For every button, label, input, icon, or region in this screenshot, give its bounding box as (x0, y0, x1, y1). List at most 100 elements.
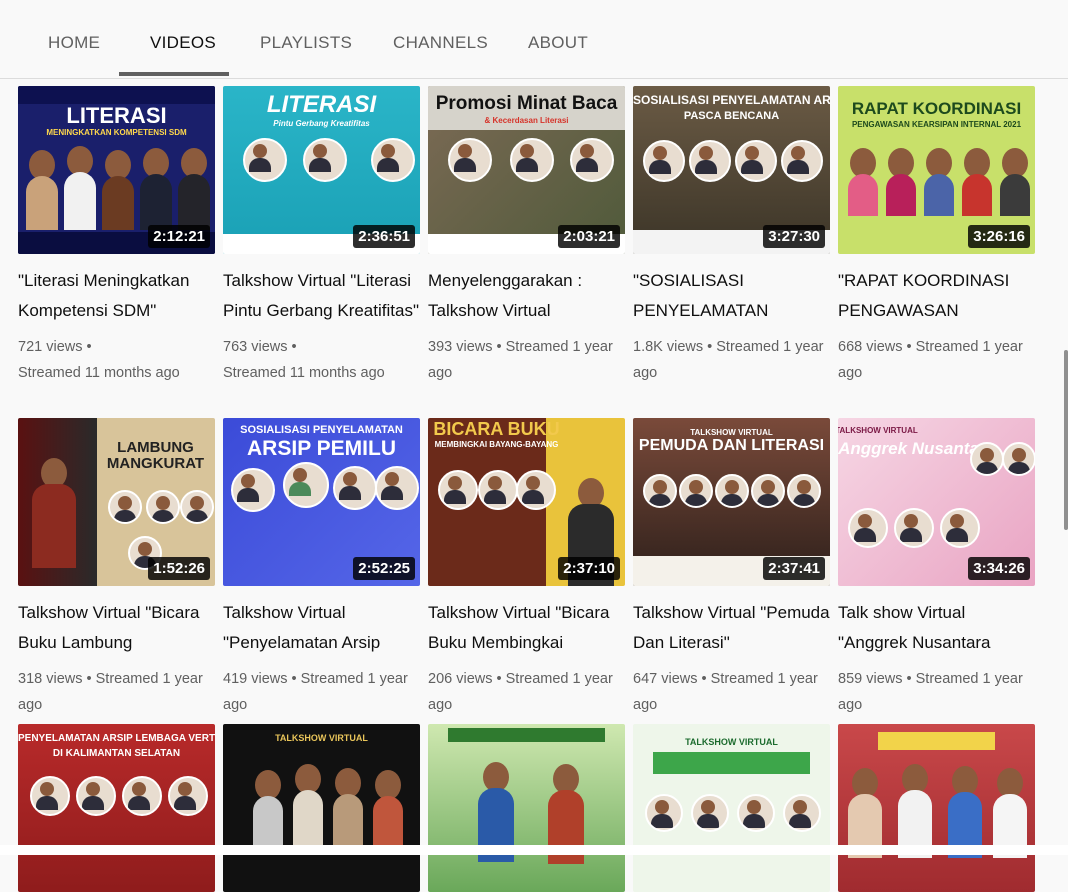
thumbnail-subtitle: Pintu Gerbang Kreatifitas (273, 119, 370, 128)
video-title[interactable]: Talkshow Virtual "Pemuda Dan Literasi" (633, 598, 830, 658)
video-card[interactable]: TALKSHOW VIRTUAL (223, 724, 420, 892)
thumbnail-title: RAPAT KOORDINASI (851, 100, 1022, 118)
video-meta: 721 views • Streamed 11 months ago (18, 339, 180, 381)
thumbnail-title: PENYELAMATAN ARSIP LEMBAGA VERTIKAL (18, 734, 215, 744)
view-count: 647 views (633, 671, 698, 687)
video-duration: 3:26:16 (968, 225, 1030, 248)
video-meta: 393 views • Streamed 1 year ago (428, 339, 613, 381)
video-card[interactable]: LITERASI Pintu Gerbang Kreatifitas 2:36:… (223, 86, 420, 386)
video-card[interactable]: SOSIALISASI PENYELAMATAN ARSIP PEMILU 2:… (223, 418, 420, 718)
view-count: 318 views (18, 671, 83, 687)
video-meta: 859 views • Streamed 1 year ago (838, 671, 1023, 713)
video-card[interactable]: Promosi Minat Baca & Kecerdasan Literasi… (428, 86, 625, 386)
channel-tabs: HOME VIDEOS PLAYLISTS CHANNELS ABOUT (0, 0, 1068, 79)
video-thumbnail[interactable]: SOSIALISASI PENYELAMATAN ARSIP PASCA BEN… (633, 86, 830, 254)
thumbnail-title: ARSIP PEMILU (247, 438, 396, 460)
thumbnail-subtitle: DI KALIMANTAN SELATAN (52, 748, 181, 759)
video-thumbnail[interactable]: BICARA BUKU MEMBINGKAI BAYANG-BAYANG 2:3… (428, 418, 625, 586)
view-count: 668 views (838, 339, 903, 355)
thumbnail-subtitle: MEMBINGKAI BAYANG-BAYANG (434, 440, 559, 449)
video-meta: 318 views • Streamed 1 year ago (18, 671, 203, 713)
video-duration: 2:36:51 (353, 225, 415, 248)
video-card[interactable] (838, 724, 1035, 892)
video-meta: 647 views • Streamed 1 year ago (633, 671, 818, 713)
video-duration: 2:03:21 (558, 225, 620, 248)
video-meta: 419 views • Streamed 1 year ago (223, 671, 408, 713)
thumbnail-title: SOSIALISASI PENYELAMATAN ARSIP (633, 94, 830, 107)
video-meta: 206 views • Streamed 1 year ago (428, 671, 613, 713)
scrollbar[interactable] (1064, 350, 1068, 530)
video-duration: 1:52:26 (148, 557, 210, 580)
video-title[interactable]: "RAPAT KOORDINASI PENGAWASAN KEARSIPAN..… (838, 266, 1035, 326)
video-card[interactable]: TALKSHOW VIRTUAL (633, 724, 830, 892)
video-title[interactable]: Talkshow Virtual "Bicara Buku Membingkai… (428, 598, 625, 658)
thumbnail-subtitle: SOSIALISASI PENYELAMATAN (240, 424, 403, 436)
view-count: 206 views (428, 671, 493, 687)
thumbnail-title: LAMBUNG MANGKURAT (106, 440, 205, 472)
thumbnail-title: TALKSHOW VIRTUAL (275, 734, 368, 743)
video-card[interactable]: TALKSHOW VIRTUAL Anggrek Nusantara 3:34:… (838, 418, 1035, 718)
thumbnail-subtitle: & Kecerdasan Literasi (484, 116, 569, 125)
tab-about[interactable]: ABOUT (528, 33, 588, 53)
thumbnail-subtitle: PENGAWASAN KEARSIPAN INTERNAL 2021 (851, 120, 1022, 129)
tab-videos[interactable]: VIDEOS (150, 33, 216, 53)
view-count: 393 views (428, 339, 493, 355)
video-thumbnail[interactable]: TALKSHOW VIRTUAL Anggrek Nusantara 3:34:… (838, 418, 1035, 586)
video-meta: 1.8K views • Streamed 1 year ago (633, 339, 824, 381)
video-thumbnail[interactable]: TALKSHOW VIRTUAL (633, 724, 830, 892)
video-card[interactable]: BICARA BUKU MEMBINGKAI BAYANG-BAYANG 2:3… (428, 418, 625, 718)
view-count: 859 views (838, 671, 903, 687)
view-count: 763 views (223, 339, 288, 355)
video-thumbnail[interactable]: SOSIALISASI PENYELAMATAN ARSIP PEMILU 2:… (223, 418, 420, 586)
stream-date: Streamed 11 months ago (223, 365, 385, 381)
video-duration: 3:27:30 (763, 225, 825, 248)
page-bottom-edge (0, 845, 1068, 855)
video-duration: 2:52:25 (353, 557, 415, 580)
video-duration: 2:37:41 (763, 557, 825, 580)
video-thumbnail[interactable]: TALKSHOW VIRTUAL PEMUDA DAN LITERASI 2:3… (633, 418, 830, 586)
video-title[interactable]: Talk show Virtual "Anggrek Nusantara (Me… (838, 598, 1035, 658)
thumbnail-subtitle: TALKSHOW VIRTUAL (838, 426, 918, 435)
thumbnail-subtitle: MENINGKATKAN KOMPETENSI SDM (46, 128, 187, 137)
video-title[interactable]: Menyelenggarakan : Talkshow Virtual "Pro… (428, 266, 625, 326)
video-thumbnail[interactable]: PENYELAMATAN ARSIP LEMBAGA VERTIKAL DI K… (18, 724, 215, 892)
active-tab-indicator (119, 72, 229, 76)
thumbnail-title: LITERASI (66, 104, 167, 128)
stream-date: Streamed 11 months ago (18, 365, 180, 381)
video-thumbnail[interactable]: LAMBUNG MANGKURAT 1:52:26 (18, 418, 215, 586)
thumbnail-title: Promosi Minat Baca (435, 94, 618, 114)
video-meta: 668 views • Streamed 1 year ago (838, 339, 1023, 381)
video-card[interactable]: LAMBUNG MANGKURAT 1:52:26 Talkshow Virtu… (18, 418, 215, 718)
thumbnail-title: BICARA BUKU (433, 420, 560, 439)
thumbnail-title: TALKSHOW VIRTUAL (685, 738, 778, 747)
video-title[interactable]: Talkshow Virtual "Literasi Pintu Gerbang… (223, 266, 420, 326)
video-card[interactable]: TALKSHOW VIRTUAL PEMUDA DAN LITERASI 2:3… (633, 418, 830, 718)
video-thumbnail[interactable]: LITERASI MENINGKATKAN KOMPETENSI SDM 2:1… (18, 86, 215, 254)
thumbnail-title: LITERASI (266, 92, 377, 118)
view-count: 721 views (18, 339, 83, 355)
video-thumbnail[interactable]: RAPAT KOORDINASI PENGAWASAN KEARSIPAN IN… (838, 86, 1035, 254)
video-thumbnail[interactable] (838, 724, 1035, 892)
video-thumbnail[interactable] (428, 724, 625, 892)
video-card[interactable] (428, 724, 625, 892)
tab-playlists[interactable]: PLAYLISTS (260, 33, 352, 53)
video-duration: 2:12:21 (148, 225, 210, 248)
video-card[interactable]: SOSIALISASI PENYELAMATAN ARSIP PASCA BEN… (633, 86, 830, 386)
view-count: 419 views (223, 671, 288, 687)
video-thumbnail[interactable]: Promosi Minat Baca & Kecerdasan Literasi… (428, 86, 625, 254)
video-title[interactable]: "SOSIALISASI PENYELAMATAN ARSIP... (633, 266, 830, 326)
video-thumbnail[interactable]: TALKSHOW VIRTUAL (223, 724, 420, 892)
video-thumbnail[interactable]: LITERASI Pintu Gerbang Kreatifitas 2:36:… (223, 86, 420, 254)
view-count: 1.8K views (633, 339, 704, 355)
video-duration: 2:37:10 (558, 557, 620, 580)
video-title[interactable]: Talkshow Virtual "Penyelamatan Arsip Pem… (223, 598, 420, 658)
tab-channels[interactable]: CHANNELS (393, 33, 488, 53)
video-card[interactable]: RAPAT KOORDINASI PENGAWASAN KEARSIPAN IN… (838, 86, 1035, 386)
video-title[interactable]: Talkshow Virtual "Bicara Buku Lambung Ma… (18, 598, 215, 658)
video-meta: 763 views • Streamed 11 months ago (223, 339, 385, 381)
video-card[interactable]: LITERASI MENINGKATKAN KOMPETENSI SDM 2:1… (18, 86, 215, 386)
tab-home[interactable]: HOME (48, 33, 100, 53)
video-duration: 3:34:26 (968, 557, 1030, 580)
video-title[interactable]: "Literasi Meningkatkan Kompetensi SDM" (18, 266, 215, 326)
video-card[interactable]: PENYELAMATAN ARSIP LEMBAGA VERTIKAL DI K… (18, 724, 215, 892)
